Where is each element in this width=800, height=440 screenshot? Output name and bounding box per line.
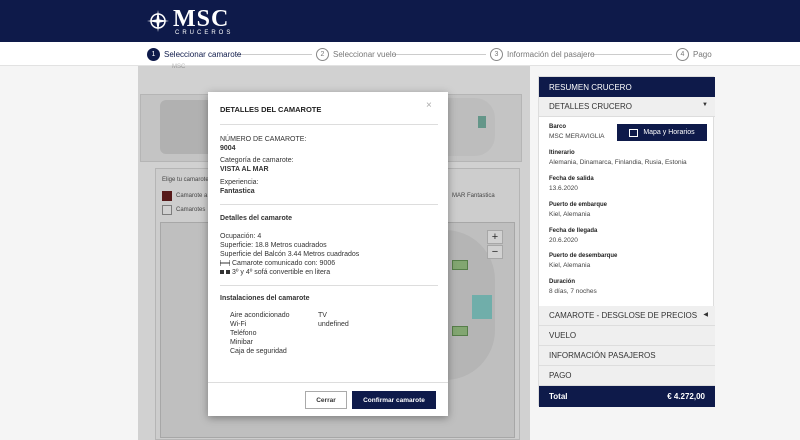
step-connector: [392, 54, 486, 55]
step-payment[interactable]: 4 Pago: [676, 47, 712, 61]
passengers-section[interactable]: INFORMACIÓN PASAJEROS: [539, 346, 715, 366]
msc-logo[interactable]: MSC CRUCEROS: [146, 6, 236, 38]
occupancy: Ocupación: 4: [220, 233, 262, 240]
step-connector: [590, 54, 672, 55]
step-label: Pago: [693, 49, 712, 59]
ship-label: Barco: [549, 124, 567, 130]
payment-section[interactable]: PAGO: [539, 366, 715, 386]
facility-item: undefined: [318, 321, 349, 328]
duration-value: 8 días, 7 noches: [549, 288, 597, 295]
facility-item: Teléfono: [230, 330, 257, 337]
facility-item: Minibar: [230, 339, 253, 346]
divider: [220, 204, 438, 205]
arrival-value: 20.6.2020: [549, 237, 578, 244]
facility-item: Wi-Fi: [230, 321, 247, 328]
cruise-summary: RESUMEN CRUCERO DETALLES CRUCERO ▼ Barco…: [538, 76, 715, 407]
section-title: PAGO: [549, 371, 572, 380]
bed-icon: [220, 270, 230, 275]
itinerary-label: Itinerario: [549, 150, 575, 156]
cabin-details-modal: DETALLES DEL CAMAROTE × NÚMERO DE CAMARO…: [208, 92, 448, 416]
category-value: VISTA AL MAR: [220, 166, 269, 173]
cabin-number-label: NÚMERO DE CAMAROTE:: [220, 136, 307, 143]
brand-name: MSC: [173, 6, 230, 32]
divider: [220, 285, 438, 286]
balcony-surface: Superficie del Balcón 3.44 Metros cuadra…: [220, 251, 360, 258]
calendar-icon: [629, 128, 639, 137]
step-select-cabin[interactable]: 1 Seleccionar camarote: [147, 47, 241, 61]
step-number: 4: [676, 47, 689, 61]
section-title: DETALLES CRUCERO: [549, 102, 632, 111]
top-bar: MSC CRUCEROS: [0, 0, 800, 42]
arrival-label: Fecha de llegada: [549, 228, 598, 234]
map-schedule-button[interactable]: Mapa y Horarios: [617, 124, 707, 141]
map-button-label: Mapa y Horarios: [643, 129, 695, 136]
disembark-label: Puerto de desembarque: [549, 253, 618, 259]
close-modal-button[interactable]: Cerrar: [305, 391, 347, 409]
step-label: Información del pasajero: [507, 49, 595, 59]
cruise-details-toggle[interactable]: DETALLES CRUCERO ▼: [539, 97, 715, 117]
step-label: Seleccionar vuelo: [333, 49, 397, 59]
step-number: 2: [316, 47, 329, 61]
connected-cabin: Camarote comunicado con: 9006: [220, 260, 335, 267]
modal-title: DETALLES DEL CAMAROTE: [220, 105, 322, 114]
divider: [208, 382, 448, 383]
facilities-heading: Instalaciones del camarote: [220, 295, 310, 302]
itinerary-value: Alemania, Dinamarca, Finlandia, Rusia, E…: [549, 159, 687, 166]
cabin-number: 9004: [220, 145, 236, 152]
flight-section[interactable]: VUELO: [539, 326, 715, 346]
experience-label: Experiencia:: [220, 179, 259, 186]
embark-value: Kiel, Alemania: [549, 211, 591, 218]
departure-value: 13.6.2020: [549, 185, 578, 192]
progress-steps: 1 Seleccionar camarote 2 Seleccionar vue…: [0, 42, 800, 66]
category-label: Categoría de camarote:: [220, 157, 294, 164]
section-title: VUELO: [549, 331, 577, 340]
close-icon[interactable]: ×: [426, 100, 432, 111]
compass-rose-icon: [147, 10, 169, 32]
section-title: INFORMACIÓN PASAJEROS: [549, 351, 656, 360]
sofa-bed: 3º y 4º sofá convertible en litera: [220, 269, 330, 276]
step-number: 3: [490, 47, 503, 61]
surface: Superficie: 18.8 Metros cuadrados: [220, 242, 327, 249]
experience-value: Fantastica: [220, 188, 255, 195]
step-number: 1: [147, 47, 160, 61]
embark-label: Puerto de embarque: [549, 202, 608, 208]
step-label: Seleccionar camarote: [164, 49, 242, 59]
caret-left-icon: ◀: [703, 312, 708, 318]
price-breakdown-toggle[interactable]: CAMAROTE - DESGLOSE DE PRECIOS ◀: [539, 306, 715, 326]
brand-tagline: CRUCEROS: [175, 30, 234, 36]
facility-item: TV: [318, 312, 327, 319]
summary-header: RESUMEN CRUCERO: [539, 77, 715, 97]
divider: [220, 124, 438, 125]
sofa-bed-text: 3º y 4º sofá convertible en litera: [232, 269, 331, 276]
ship-value: MSC MERAVIGLIA: [549, 133, 605, 140]
duration-label: Duración: [549, 279, 576, 285]
disembark-value: Kiel, Alemania: [549, 262, 591, 269]
facility-item: Aire acondicionado: [230, 312, 290, 319]
total-label: Total: [549, 392, 568, 401]
connected-cabin-text: Camarote comunicado con: 9006: [232, 260, 336, 267]
total-row: Total € 4.272,00: [539, 386, 715, 407]
total-amount: € 4.272,00: [667, 392, 705, 401]
step-passenger-info[interactable]: 3 Información del pasajero: [490, 47, 595, 61]
facility-item: Caja de seguridad: [230, 348, 287, 355]
connect-arrow-icon: [220, 260, 230, 267]
caret-down-icon: ▼: [702, 102, 708, 108]
step-select-flight[interactable]: 2 Seleccionar vuelo: [316, 47, 396, 61]
departure-label: Fecha de salida: [549, 176, 594, 182]
details-heading: Detalles del camarote: [220, 215, 292, 222]
section-title: CAMAROTE - DESGLOSE DE PRECIOS: [549, 311, 698, 320]
step-connector: [236, 54, 312, 55]
confirm-cabin-button[interactable]: Confirmar camarote: [352, 391, 436, 409]
